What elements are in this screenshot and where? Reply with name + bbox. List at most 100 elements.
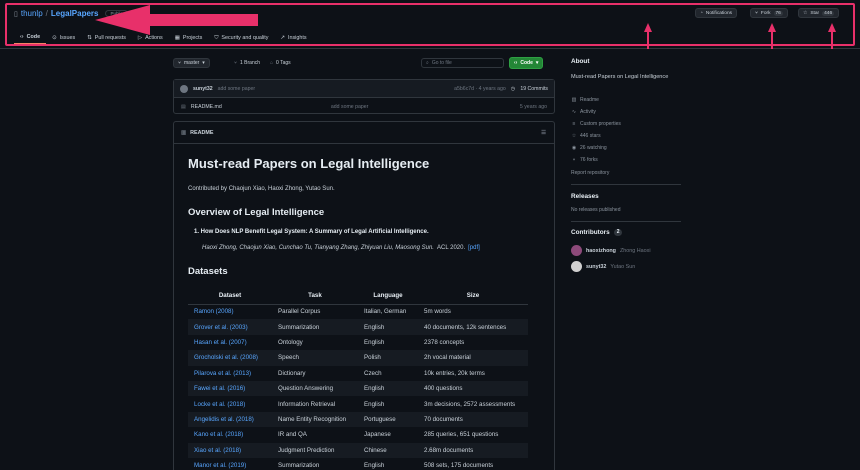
tab-issues[interactable]: ⊙ Issues — [46, 31, 81, 45]
tab-actions[interactable]: ▷ Actions — [132, 31, 169, 45]
contributors-heading[interactable]: Contributors 2 — [571, 229, 623, 236]
overview-heading: Overview of Legal Intelligence — [188, 207, 325, 218]
releases-heading[interactable]: Releases — [571, 193, 599, 200]
table-cell: Italian, German — [364, 308, 407, 316]
table-cell: IR and QA — [278, 431, 307, 439]
table-cell: 3m decisions, 2572 assessments — [424, 400, 516, 408]
branch-icon: ⑂ — [178, 60, 182, 66]
list-icon[interactable]: ☰ — [541, 130, 546, 136]
fork-icon: ⑂ — [755, 11, 758, 16]
fork-button[interactable]: ⑂ Fork 76 — [750, 8, 788, 18]
stars-link[interactable]: ☆ 446 stars — [571, 133, 601, 139]
activity-link[interactable]: ∿ Activity — [571, 109, 596, 115]
watching-link[interactable]: ◉ 26 watching — [571, 145, 607, 151]
tab-insights[interactable]: ↗ Insights — [274, 31, 312, 45]
file-browser: sunyt32 add some paper a5b6c7d · 4 years… — [173, 79, 555, 114]
table-cell: Chinese — [358, 442, 418, 458]
branches-link[interactable]: ⑂ 1 Branch — [234, 60, 260, 66]
dataset-link[interactable]: Hasan et al. (2007) — [188, 335, 272, 350]
tags-link[interactable]: ⌂ 0 Tags — [270, 60, 291, 66]
table-cell: 5m words — [424, 308, 451, 316]
tab-security[interactable]: ⛉ Security and quality — [208, 31, 274, 45]
file-name[interactable]: README.md — [191, 104, 331, 110]
avatar — [180, 84, 188, 93]
table-cell: Dictionary — [278, 369, 306, 377]
tab-label: Code — [26, 34, 41, 40]
readme-contributors-line: Contributed by Chaojun Xiao, Haoxi Zhong… — [188, 186, 335, 192]
tab-projects[interactable]: ▦ Projects — [169, 31, 209, 45]
dataset-link[interactable]: Fawei et al. (2016) — [188, 380, 272, 397]
dataset-link[interactable]: Grocholski et al. (2008) — [188, 350, 272, 366]
contributor-item[interactable]: sunyt32 Yutao Sun — [571, 261, 635, 272]
table-cell: Question Answering — [272, 380, 358, 397]
notifications-button[interactable]: ◔ Notifications — [695, 8, 738, 18]
contributor-item[interactable]: haoxizhong Zhong Haoxi — [571, 245, 651, 256]
table-row: Kano et al. (2018) IR and QA Japanese 285 q… — [188, 427, 528, 442]
history-icon: ◷ — [510, 85, 516, 92]
repo-owner-link[interactable]: thunlp — [21, 9, 43, 18]
shield-icon: ⛉ — [214, 34, 219, 41]
divider — [571, 184, 681, 185]
search-placeholder: Go to file — [431, 60, 452, 66]
table-icon: ▦ — [174, 35, 180, 41]
table-cell: 285 queries, 651 questions — [424, 431, 499, 439]
table-row: Ramon (2008) Parallel Corpus Italian, Germ… — [188, 304, 528, 319]
divider — [571, 221, 681, 222]
dataset-link[interactable]: Ramon (2008) — [188, 304, 272, 319]
dataset-link[interactable]: Grover et al. (2003) — [188, 319, 272, 335]
tab-label: Projects — [182, 35, 203, 41]
column-header: Size — [418, 287, 528, 305]
readme-link[interactable]: ▥ Readme — [571, 97, 599, 103]
table-cell: English — [358, 319, 418, 335]
fork-icon: ⑂ — [572, 157, 576, 163]
report-repository-link[interactable]: Report repository — [571, 170, 609, 176]
go-to-file-input[interactable]: ⌕ Go to file — [421, 58, 504, 68]
repo-header: ▯ thunlp / LegalPapers Public ◔ Notifica… — [0, 0, 860, 49]
table-cell: Japanese — [364, 431, 391, 439]
readme-tab[interactable]: ▥ README ☰ — [174, 122, 554, 144]
about-heading: About — [571, 58, 590, 65]
about-item: Readme — [580, 97, 599, 103]
about-item: Activity — [580, 109, 596, 115]
tab-pull-requests[interactable]: ⇅ Pull requests — [81, 31, 132, 45]
dataset-link[interactable]: Pilarova et al. (2013) — [188, 366, 272, 381]
table-cell: Ontology — [278, 338, 303, 346]
dataset-link[interactable]: Kano et al. (2018) — [188, 427, 272, 442]
tab-code[interactable]: ‹› Code — [14, 31, 47, 45]
book-icon: ▥ — [181, 129, 187, 136]
table-cell: Polish — [358, 350, 418, 366]
commits-count[interactable]: 19 Commits — [520, 86, 548, 92]
table-cell: English — [364, 338, 385, 346]
dataset-link[interactable]: Angelidis et al. (2018) — [188, 411, 272, 428]
table-cell: Information Retrieval — [278, 400, 336, 408]
table-cell: 2378 concepts — [424, 338, 465, 346]
branch-name: master — [184, 60, 200, 66]
pdf-link[interactable]: [pdf] — [468, 245, 480, 251]
commit-hash[interactable]: a5b6c7d · 4 years ago — [454, 86, 506, 92]
dataset-link[interactable]: Xiao et al. (2018) — [188, 442, 272, 458]
code-button[interactable]: ‹› Code ▾ — [509, 57, 544, 69]
custom-properties-link[interactable]: ≡ Custom properties — [571, 121, 621, 127]
dataset-link[interactable]: Locke et al. (2018) — [188, 396, 272, 411]
repo-name-link[interactable]: LegalPapers — [51, 9, 99, 18]
star-button[interactable]: ☆ Star 446 — [798, 8, 840, 18]
dataset-link[interactable]: Manor et al. (2019) — [188, 458, 272, 470]
paper-title: 1. How Does NLP Benefit Legal System: A … — [194, 229, 429, 235]
commit-author[interactable]: sunyt32 — [193, 86, 213, 92]
table-row: Manor et al. (2019) Summarization English 5… — [188, 458, 528, 470]
table-cell: Speech — [272, 350, 358, 366]
tab-label: Actions — [145, 35, 163, 41]
table-cell: Parallel Corpus — [278, 308, 321, 316]
branch-select[interactable]: ⑂ master ▾ — [173, 58, 210, 68]
forks-link[interactable]: ⑂ 76 forks — [571, 157, 598, 163]
file-row[interactable]: ▤ README.md add some paper 5 years ago — [174, 99, 554, 115]
eye-icon: ◉ — [571, 145, 577, 151]
table-cell: 2.68m documents — [418, 442, 528, 458]
commit-message[interactable]: add some paper — [218, 86, 256, 92]
readme-tab-label: README — [190, 129, 214, 136]
table-header-row: Dataset Task Language Size — [188, 287, 528, 305]
table-cell: Judgment Prediction — [272, 442, 358, 458]
file-commit-message[interactable]: add some paper — [331, 104, 511, 110]
repo-tabs: ‹› Code ⊙ Issues ⇅ Pull requests ▷ Actions ▦… — [14, 31, 313, 45]
about-item: 76 forks — [580, 157, 598, 163]
